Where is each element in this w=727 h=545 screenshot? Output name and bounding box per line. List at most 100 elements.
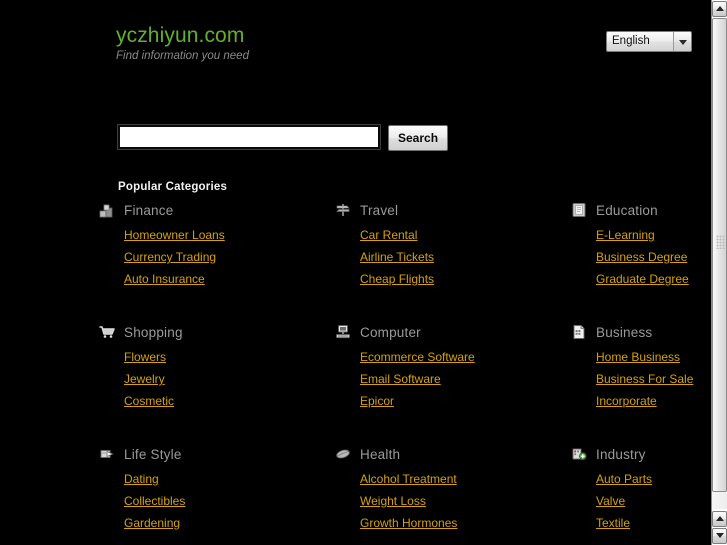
list-item: Currency Trading	[124, 246, 332, 268]
category-link[interactable]: Cheap Flights	[360, 272, 434, 286]
category-link[interactable]: Business For Sale	[596, 372, 693, 386]
category-links: Alcohol Treatment Weight Loss Growth Hor…	[360, 468, 568, 534]
list-item: Ecommerce Software	[360, 346, 568, 368]
category-name: Industry	[596, 446, 646, 462]
category-header: Computer	[360, 323, 568, 341]
category-header: Business	[596, 323, 711, 341]
scrollbar-thumb[interactable]	[712, 18, 727, 492]
triangle-up-icon	[716, 6, 724, 11]
category-header: Education	[596, 201, 711, 219]
category-links: E-Learning Business Degree Graduate Degr…	[596, 224, 711, 290]
category-link[interactable]: Valve	[596, 494, 625, 508]
category-link[interactable]: Auto Parts	[596, 472, 652, 486]
list-item: Cheap Flights	[360, 268, 568, 290]
scroll-up-arrow-top[interactable]	[712, 1, 727, 17]
list-item: Home Business	[596, 346, 711, 368]
triangle-up-icon	[716, 516, 724, 521]
list-item: Incorporate	[596, 390, 711, 412]
category-industry: Industry Auto Parts Valve Textile	[568, 445, 711, 534]
page-body: yczhiyun.com Find information you need E…	[0, 0, 711, 545]
desktop-computer-icon	[334, 323, 352, 341]
categories-grid: Finance Homeowner Loans Currency Trading…	[96, 201, 696, 534]
list-item: E-Learning	[596, 224, 711, 246]
site-tagline: Find information you need	[116, 50, 249, 62]
category-header: Life Style	[124, 445, 332, 463]
category-business: Business Home Business Business For Sale…	[568, 323, 711, 412]
category-finance: Finance Homeowner Loans Currency Trading…	[96, 201, 332, 290]
category-link[interactable]: Home Business	[596, 350, 680, 364]
scrollbar-grip-icon	[716, 235, 725, 249]
site-branding: yczhiyun.com Find information you need	[116, 24, 249, 63]
category-links: Car Rental Airline Tickets Cheap Flights	[360, 224, 568, 290]
scroll-down-arrow[interactable]	[712, 528, 727, 544]
category-name: Finance	[124, 202, 174, 218]
category-link[interactable]: Homeowner Loans	[124, 228, 225, 242]
category-links: Flowers Jewelry Cosmetic	[124, 346, 332, 412]
list-item: Alcohol Treatment	[360, 468, 568, 490]
list-item: Epicor	[360, 390, 568, 412]
category-header: Travel	[360, 201, 568, 219]
site-header: yczhiyun.com Find information you need E…	[0, 0, 711, 100]
category-computer: Computer Ecommerce Software Email Softwa…	[332, 323, 568, 412]
category-name: Computer	[360, 324, 421, 340]
list-item: Homeowner Loans	[124, 224, 332, 246]
popular-categories-title: Popular Categories	[118, 181, 228, 193]
language-select[interactable]: English	[606, 31, 692, 52]
category-health: Health Alcohol Treatment Weight Loss Gro…	[332, 445, 568, 534]
list-item: Weight Loss	[360, 490, 568, 512]
list-item: Gardening	[124, 512, 332, 534]
list-item: Business For Sale	[596, 368, 711, 390]
search-button[interactable]: Search	[388, 125, 449, 151]
category-link[interactable]: Email Software	[360, 372, 441, 386]
category-name: Education	[596, 202, 658, 218]
category-link[interactable]: Weight Loss	[360, 494, 426, 508]
vertical-scrollbar[interactable]	[711, 0, 727, 545]
category-link[interactable]: Cosmetic	[124, 394, 174, 408]
category-link[interactable]: Car Rental	[360, 228, 417, 242]
category-link[interactable]: Auto Insurance	[124, 272, 205, 286]
book-icon	[570, 201, 588, 219]
category-link[interactable]: Flowers	[124, 350, 166, 364]
scroll-up-arrow-bottom[interactable]	[712, 511, 727, 527]
category-link[interactable]: Business Degree	[596, 250, 687, 264]
category-link[interactable]: Collectibles	[124, 494, 185, 508]
category-link[interactable]: Jewelry	[124, 372, 165, 386]
category-link[interactable]: Textile	[596, 516, 630, 530]
category-shopping: Shopping Flowers Jewelry Cosmetic	[96, 323, 332, 412]
list-item: Graduate Degree	[596, 268, 711, 290]
category-link[interactable]: Ecommerce Software	[360, 350, 475, 364]
language-selector[interactable]: English	[606, 31, 692, 52]
document-icon	[570, 323, 588, 341]
category-travel: Travel Car Rental Airline Tickets Cheap …	[332, 201, 568, 290]
category-links: Dating Collectibles Gardening	[124, 468, 332, 534]
category-name: Business	[596, 324, 653, 340]
site-logo-text[interactable]: yczhiyun.com	[116, 24, 249, 48]
category-life-style: Life Style Dating Collectibles Gardening	[96, 445, 332, 534]
list-item: Jewelry	[124, 368, 332, 390]
signpost-icon	[334, 201, 352, 219]
category-link[interactable]: Gardening	[124, 516, 180, 530]
category-link[interactable]: Growth Hormones	[360, 516, 457, 530]
category-header: Shopping	[124, 323, 332, 341]
category-link[interactable]: E-Learning	[596, 228, 655, 242]
category-links: Homeowner Loans Currency Trading Auto In…	[124, 224, 332, 290]
category-link[interactable]: Graduate Degree	[596, 272, 689, 286]
scrollbar-track[interactable]	[712, 18, 727, 509]
category-link[interactable]: Epicor	[360, 394, 394, 408]
search-bar: Search	[117, 124, 449, 151]
arrow-box-icon	[98, 445, 116, 463]
category-link[interactable]: Incorporate	[596, 394, 657, 408]
search-input[interactable]	[117, 124, 381, 150]
list-item: Email Software	[360, 368, 568, 390]
list-item: Car Rental	[360, 224, 568, 246]
shopping-cart-icon	[98, 323, 116, 341]
list-item: Business Degree	[596, 246, 711, 268]
category-link[interactable]: Dating	[124, 472, 159, 486]
category-header: Finance	[124, 201, 332, 219]
category-link[interactable]: Currency Trading	[124, 250, 216, 264]
leaf-icon	[334, 445, 352, 463]
list-item: Auto Parts	[596, 468, 711, 490]
category-link[interactable]: Airline Tickets	[360, 250, 434, 264]
category-link[interactable]: Alcohol Treatment	[360, 472, 457, 486]
list-item: Growth Hormones	[360, 512, 568, 534]
